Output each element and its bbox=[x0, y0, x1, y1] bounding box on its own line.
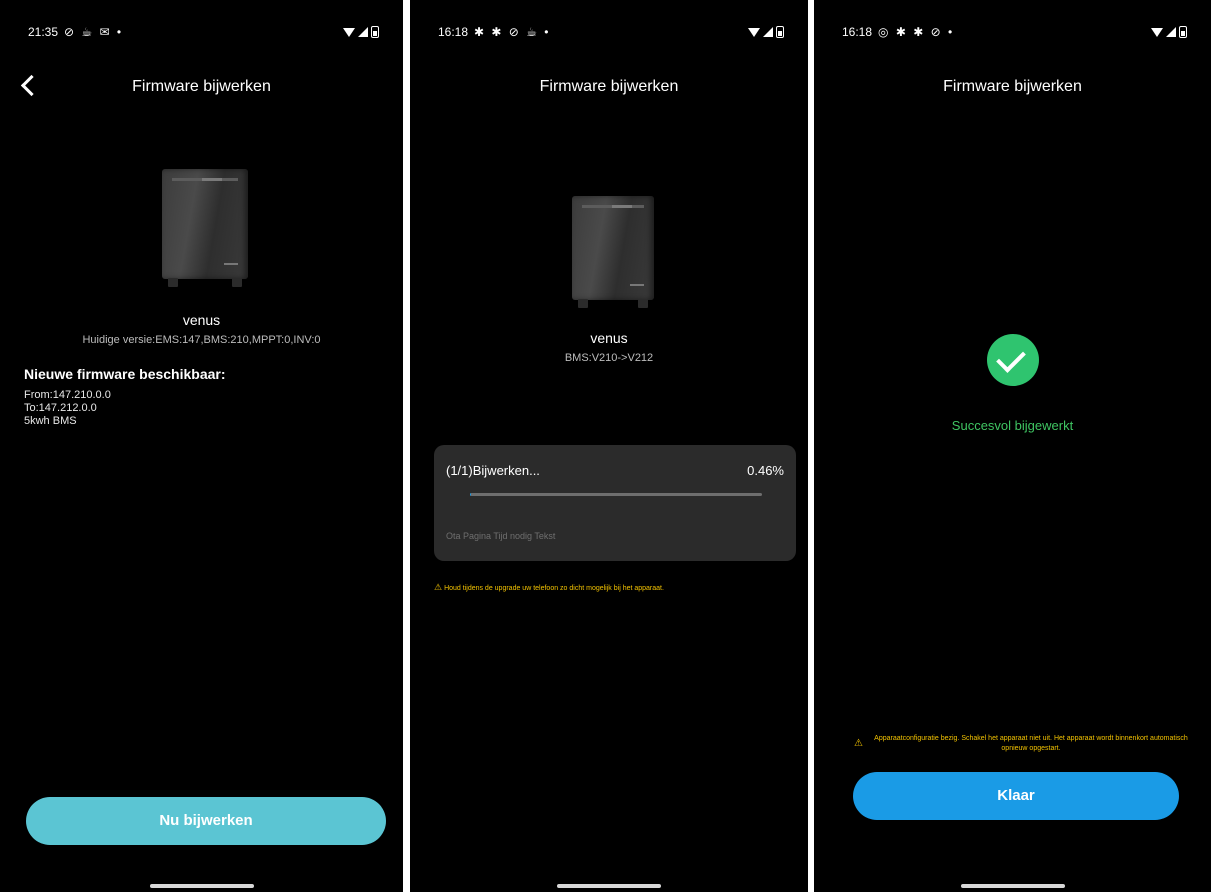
config-warning: ⚠ Apparaatconfiguratie bezig. Schakel he… bbox=[854, 734, 1191, 754]
back-arrow-icon[interactable] bbox=[20, 74, 43, 97]
wifi-icon bbox=[1151, 27, 1163, 37]
done-button[interactable]: Klaar bbox=[853, 772, 1179, 820]
warning-triangle-icon: ⚠ bbox=[854, 738, 863, 749]
battery-icon bbox=[371, 26, 379, 38]
firmware-info: From:147.210.0.0 To:147.212.0.0 5kwh BMS bbox=[24, 389, 111, 428]
wifi-icon bbox=[748, 27, 760, 37]
success-message: Succesvol bijgewerkt bbox=[951, 418, 1074, 433]
proximity-warning: ⚠ Houd tijdens de upgrade uw telefoon zo … bbox=[434, 582, 664, 593]
firmware-model: 5kwh BMS bbox=[24, 415, 77, 427]
notification-icons: ⊘ ☕ ✉ • bbox=[64, 25, 124, 39]
header: Firmware bijwerken bbox=[0, 74, 403, 100]
ota-time-text: Ota Pagina Tijd nodig Tekst bbox=[446, 531, 556, 541]
page-title: Firmware bijwerken bbox=[943, 78, 1082, 95]
status-bar: 16:18 ✱ ✱ ⊘ ☕ • bbox=[438, 22, 784, 42]
page-title: Firmware bijwerken bbox=[539, 78, 679, 95]
notification-icons: ◎ ✱ ✱ ⊘ • bbox=[878, 25, 955, 39]
progress-percent: 0.46% bbox=[747, 463, 784, 478]
firmware-to: To:147.212.0.0 bbox=[24, 402, 97, 414]
progress-bar-fill bbox=[470, 493, 472, 496]
firmware-from: From:147.210.0.0 bbox=[24, 389, 111, 401]
notification-icons: ✱ ✱ ⊘ ☕ • bbox=[474, 25, 551, 39]
progress-bar bbox=[470, 493, 762, 496]
signal-icon bbox=[358, 27, 368, 37]
header: Firmware bijwerken bbox=[814, 74, 1211, 100]
device-image bbox=[572, 196, 654, 308]
page-title: Firmware bijwerken bbox=[132, 78, 271, 95]
home-indicator[interactable] bbox=[960, 884, 1065, 888]
header: Firmware bijwerken bbox=[410, 74, 808, 100]
config-warning-text: Apparaatconfiguratie bezig. Schakel het … bbox=[874, 735, 1188, 752]
device-name: venus bbox=[590, 330, 628, 346]
status-bar: 21:35 ⊘ ☕ ✉ • bbox=[28, 22, 379, 42]
screen-update-available: 21:35 ⊘ ☕ ✉ • Firmware bijwerken venus H… bbox=[0, 0, 403, 892]
device-image bbox=[162, 169, 248, 287]
screen-updating: 16:18 ✱ ✱ ⊘ ☕ • Firmware bijwerken venus… bbox=[410, 0, 808, 892]
signal-icon bbox=[1166, 27, 1176, 37]
status-time: 16:18 bbox=[842, 25, 873, 39]
status-time: 16:18 bbox=[438, 25, 469, 39]
progress-label: (1/1)Bijwerken... bbox=[446, 463, 540, 478]
device-name: venus bbox=[182, 312, 221, 328]
home-indicator[interactable] bbox=[149, 884, 254, 888]
proximity-warning-text: Houd tijdens de upgrade uw telefoon zo d… bbox=[444, 585, 664, 592]
battery-icon bbox=[776, 26, 784, 38]
version-change: BMS:V210->V212 bbox=[564, 352, 654, 364]
wifi-icon bbox=[343, 27, 355, 37]
home-indicator[interactable] bbox=[557, 884, 661, 888]
warning-triangle-icon: ⚠ bbox=[434, 582, 443, 592]
status-bar: 16:18 ◎ ✱ ✱ ⊘ • bbox=[842, 22, 1187, 42]
current-version: Huidige versie:EMS:147,BMS:210,MPPT:0,IN… bbox=[82, 334, 321, 346]
battery-icon bbox=[1179, 26, 1187, 38]
new-firmware-heading: Nieuwe firmware beschikbaar: bbox=[24, 366, 226, 382]
check-circle-icon bbox=[987, 334, 1039, 386]
signal-icon bbox=[763, 27, 773, 37]
screen-update-success: 16:18 ◎ ✱ ✱ ⊘ • Firmware bijwerken Succe… bbox=[814, 0, 1211, 892]
status-time: 21:35 bbox=[28, 25, 59, 39]
progress-card: (1/1)Bijwerken... 0.46% Ota Pagina Tijd … bbox=[434, 445, 796, 561]
update-now-button[interactable]: Nu bijwerken bbox=[26, 797, 386, 845]
